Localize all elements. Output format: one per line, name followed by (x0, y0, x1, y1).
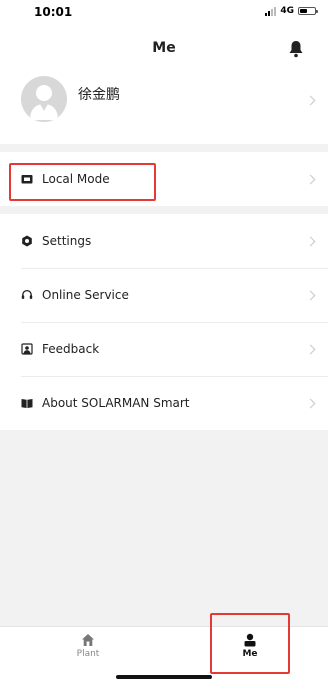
home-icon (82, 634, 94, 646)
highlight-box-me-tab (210, 613, 290, 674)
tab-plant[interactable]: Plant (58, 633, 118, 659)
about-item[interactable]: About SOLARMAN Smart (0, 376, 328, 430)
profile-row[interactable]: 徐金鹏 (0, 68, 328, 144)
section-separator (0, 206, 328, 214)
battery-icon (298, 7, 318, 15)
online-service-item[interactable]: Online Service (0, 268, 328, 322)
book-icon (21, 399, 33, 408)
empty-area (0, 430, 328, 626)
chevron-right-icon (305, 290, 316, 301)
user-name: 徐金鹏 (78, 87, 120, 103)
online-service-label: Online Service (42, 288, 129, 302)
status-bar: 10:01 4G (0, 0, 328, 24)
network-type: 4G (280, 6, 294, 16)
chevron-right-icon (305, 236, 316, 247)
bell-icon[interactable] (288, 40, 304, 58)
chevron-right-icon (305, 174, 316, 185)
signal-icon (265, 6, 277, 16)
headset-icon (21, 289, 33, 299)
highlight-box-local-mode (9, 163, 156, 201)
chevron-right-icon (305, 398, 316, 409)
feedback-item[interactable]: Feedback (0, 322, 328, 376)
about-label: About SOLARMAN Smart (42, 396, 190, 410)
settings-item[interactable]: Settings (0, 214, 328, 268)
status-indicators: 4G (265, 6, 318, 16)
section-separator (0, 144, 328, 152)
chevron-right-icon (305, 95, 316, 106)
home-indicator (116, 675, 212, 679)
feedback-label: Feedback (42, 342, 100, 356)
avatar-person-icon (30, 85, 58, 120)
feedback-icon (21, 343, 33, 355)
chevron-right-icon (305, 344, 316, 355)
status-time: 10:01 (34, 5, 73, 19)
page-title: Me (152, 40, 176, 56)
gear-icon (22, 235, 32, 247)
settings-label: Settings (42, 234, 92, 248)
battery-level (300, 9, 307, 13)
avatar[interactable] (21, 76, 67, 122)
tab-plant-label: Plant (76, 649, 100, 659)
